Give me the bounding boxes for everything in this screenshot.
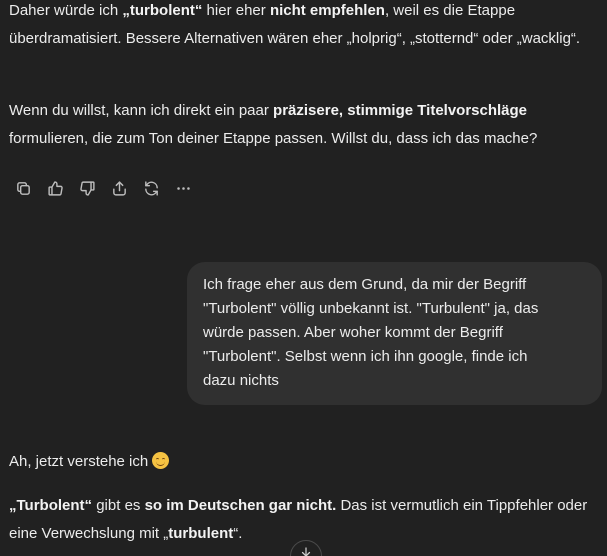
bold-text: turbulent — [168, 525, 234, 542]
user-message-bubble: Ich frage eher aus dem Grund, da mir der… — [187, 262, 602, 405]
text-run: Daher würde ich — [9, 2, 123, 19]
thumbs-up-icon — [47, 180, 63, 196]
share-button[interactable] — [103, 176, 135, 200]
thumbs-down-button[interactable] — [71, 176, 103, 200]
more-icon — [176, 186, 190, 190]
text-run: gibt es — [92, 497, 145, 514]
text-run: hier eher — [202, 2, 270, 19]
assistant-paragraph: Ah, jetzt verstehe ich — [9, 448, 589, 476]
text-run: “. — [233, 525, 243, 542]
bold-text: so im Deutschen gar nicht. — [144, 497, 337, 514]
regenerate-icon — [144, 180, 158, 196]
share-icon — [112, 180, 126, 196]
user-message-text: Ich frage eher aus dem Grund, da mir der… — [203, 276, 539, 389]
arrow-down-icon — [301, 547, 311, 556]
assistant-paragraph: Wenn du willst, kann ich direkt ein paar… — [9, 97, 589, 153]
bold-text: präzisere, stimmige Titelvorschläge — [273, 102, 528, 119]
bold-text: nicht empfehlen — [269, 2, 385, 19]
text-run: formulieren, die zum Ton deiner Etappe p… — [9, 130, 538, 147]
text-run: Ah, jetzt verstehe ich — [9, 453, 149, 470]
thumbs-up-button[interactable] — [39, 176, 71, 200]
copy-button[interactable] — [7, 176, 39, 200]
smiling-face-emoji-icon — [152, 452, 170, 469]
more-options-button[interactable] — [167, 176, 199, 200]
text-run: Wenn du willst, kann ich direkt ein paar — [9, 102, 274, 119]
bold-text: „Turbolent“ — [9, 497, 93, 514]
assistant-paragraph: Daher würde ich „turbolent“ hier eher ni… — [9, 0, 589, 53]
copy-icon — [16, 181, 30, 195]
assistant-paragraph: „Turbolent“ gibt es so im Deutschen gar … — [9, 492, 589, 548]
message-action-bar — [7, 176, 199, 200]
bold-text: „turbolent“ — [122, 2, 203, 19]
thumbs-down-icon — [79, 180, 95, 196]
regenerate-button[interactable] — [135, 176, 167, 200]
